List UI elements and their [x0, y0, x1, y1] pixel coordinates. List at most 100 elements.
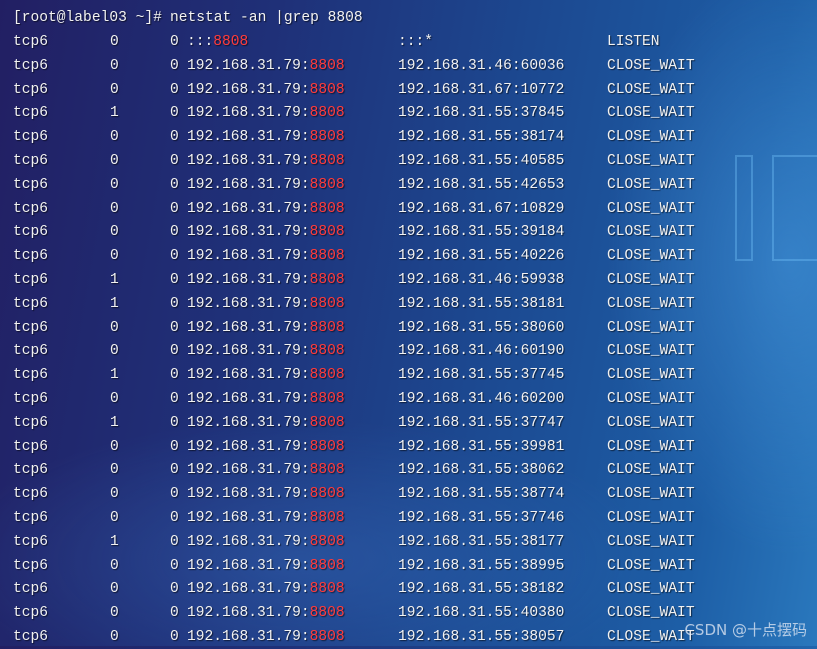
proto: tcp6 [13, 34, 49, 50]
state: CLOSE_WAIT [607, 605, 695, 622]
recv-q: 1 [110, 105, 119, 122]
foreign-address: 192.168.31.55:37745 [398, 367, 565, 384]
proto: tcp6 [13, 343, 49, 360]
send-q: 0 [170, 486, 179, 503]
local-ip: 192.168.31.79: [187, 391, 310, 407]
local-port: 8808 [309, 153, 345, 169]
local-port: 8808 [309, 343, 345, 360]
local-address: 192.168.31.79:8808 [187, 101, 345, 125]
local-port: 8808 [309, 629, 345, 645]
local-ip: 192.168.31.79: [187, 367, 310, 384]
watermark: CSDN @十点摆码 [684, 621, 807, 639]
proto: tcp6 [13, 391, 49, 407]
local-address: 192.168.31.79:8808 [187, 54, 345, 78]
local-port: 8808 [309, 224, 345, 241]
proto: tcp6 [13, 200, 49, 217]
state: CLOSE_WAIT [607, 438, 695, 455]
local-ip: 192.168.31.79: [187, 105, 310, 122]
local-ip: 192.168.31.79: [187, 581, 310, 598]
foreign-address: 192.168.31.46:59938 [398, 272, 565, 288]
state: CLOSE_WAIT [607, 510, 695, 526]
local-address: 192.168.31.79:8808 [187, 387, 345, 411]
recv-q: 0 [110, 343, 119, 360]
local-port: 8808 [309, 367, 345, 384]
proto: tcp6 [13, 129, 49, 146]
recv-q: 0 [110, 581, 119, 598]
send-q: 0 [170, 438, 179, 455]
shell-prompt: [root@label03 ~]# [13, 10, 171, 26]
send-q: 0 [170, 510, 179, 526]
local-port: 8808 [309, 248, 345, 265]
proto: tcp6 [13, 605, 49, 622]
state: CLOSE_WAIT [607, 414, 695, 431]
proto: tcp6 [13, 462, 49, 479]
state: CLOSE_WAIT [607, 557, 695, 574]
send-q: 0 [170, 391, 179, 407]
state: CLOSE_WAIT [607, 295, 695, 312]
local-ip: 192.168.31.79: [187, 557, 310, 574]
local-port: 8808 [309, 605, 345, 622]
proto: tcp6 [13, 81, 49, 98]
recv-q: 0 [110, 438, 119, 455]
recv-q: 0 [110, 462, 119, 479]
foreign-address: 192.168.31.55:40380 [398, 605, 565, 622]
state: CLOSE_WAIT [607, 319, 695, 336]
proto: tcp6 [13, 557, 49, 574]
local-port: 8808 [309, 272, 345, 288]
foreign-address: 192.168.31.55:38181 [398, 295, 565, 312]
local-address: :::8808 [187, 30, 248, 54]
local-address: 192.168.31.79:8808 [187, 268, 345, 292]
local-ip: 192.168.31.79: [187, 272, 310, 288]
local-ip: 192.168.31.79: [187, 57, 310, 74]
foreign-address: 192.168.31.55:38177 [398, 533, 565, 550]
recv-q: 0 [110, 57, 119, 74]
send-q: 0 [170, 81, 179, 98]
local-ip: 192.168.31.79: [187, 176, 310, 193]
local-address: 192.168.31.79:8808 [187, 220, 345, 244]
local-ip: 192.168.31.79: [187, 295, 310, 312]
state: CLOSE_WAIT [607, 129, 695, 146]
local-ip: 192.168.31.79: [187, 629, 310, 645]
recv-q: 1 [110, 533, 119, 550]
local-port: 8808 [309, 176, 345, 193]
local-address: 192.168.31.79:8808 [187, 625, 345, 649]
local-port: 8808 [309, 81, 345, 98]
state: CLOSE_WAIT [607, 224, 695, 241]
foreign-address: 192.168.31.55:38174 [398, 129, 565, 146]
foreign-address: 192.168.31.55:38995 [398, 557, 565, 574]
local-port: 8808 [309, 510, 345, 526]
foreign-address: 192.168.31.55:38182 [398, 581, 565, 598]
send-q: 0 [170, 200, 179, 217]
recv-q: 0 [110, 510, 119, 526]
local-port: 8808 [309, 105, 345, 122]
local-address: 192.168.31.79:8808 [187, 78, 345, 102]
local-port: 8808 [309, 462, 345, 479]
recv-q: 1 [110, 272, 119, 288]
proto: tcp6 [13, 105, 49, 122]
local-ip: 192.168.31.79: [187, 486, 310, 503]
local-address: 192.168.31.79:8808 [187, 316, 345, 340]
recv-q: 0 [110, 81, 119, 98]
foreign-address: 192.168.31.46:60200 [398, 391, 565, 407]
local-ip: 192.168.31.79: [187, 462, 310, 479]
state: CLOSE_WAIT [607, 343, 695, 360]
local-port: 8808 [309, 57, 345, 74]
local-port: 8808 [309, 486, 345, 503]
local-ip: 192.168.31.79: [187, 414, 310, 431]
local-ip: 192.168.31.79: [187, 200, 310, 217]
state: CLOSE_WAIT [607, 391, 695, 407]
local-address: 192.168.31.79:8808 [187, 458, 345, 482]
send-q: 0 [170, 462, 179, 479]
state: CLOSE_WAIT [607, 581, 695, 598]
foreign-address: 192.168.31.55:37746 [398, 510, 565, 526]
recv-q: 0 [110, 224, 119, 241]
local-port: 8808 [309, 438, 345, 455]
recv-q: 0 [110, 248, 119, 265]
send-q: 0 [170, 105, 179, 122]
send-q: 0 [170, 57, 179, 74]
foreign-address: 192.168.31.55:37747 [398, 414, 565, 431]
local-ip: 192.168.31.79: [187, 533, 310, 550]
state: CLOSE_WAIT [607, 462, 695, 479]
foreign-address: 192.168.31.55:40585 [398, 153, 565, 169]
local-address: 192.168.31.79:8808 [187, 339, 345, 363]
